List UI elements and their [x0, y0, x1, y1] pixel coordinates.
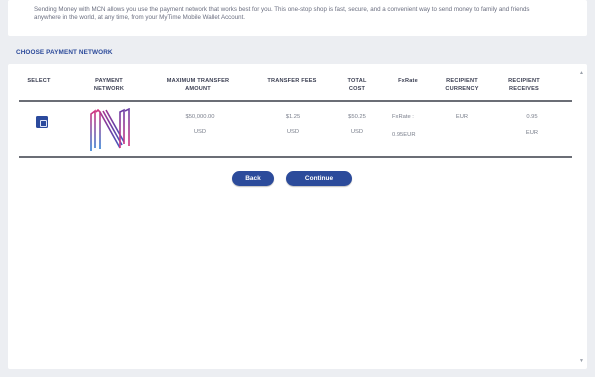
- section-title: CHOOSE PAYMENT NETWORK: [16, 49, 113, 56]
- max-transfer-amount: $50,000.00: [185, 114, 215, 120]
- fxrate-value: 0.95EUR: [392, 132, 416, 138]
- transfer-fee-amount: $1.25: [285, 114, 301, 120]
- intro-text: Sending Money with MCN allows you use th…: [34, 6, 530, 21]
- header-payment-network: PAYMENT NETWORK: [93, 78, 125, 92]
- fxrate-label: FxRate :: [392, 114, 414, 120]
- header-transfer-fees: TRANSFER FEES: [267, 78, 317, 84]
- total-cost-currency: USD: [350, 129, 364, 135]
- network-n-logo-icon: [90, 108, 130, 151]
- scroll-down-arrow-icon[interactable]: ▼: [579, 358, 584, 364]
- header-recipient-currency: RECIPIENT CURRENCY: [445, 78, 479, 92]
- recipient-receives-currency: EUR: [525, 130, 539, 136]
- header-total-cost: TOTAL COST: [347, 78, 367, 92]
- transfer-fee-currency: USD: [286, 129, 300, 135]
- page-background: Sending Money with MCN allows you use th…: [0, 0, 595, 377]
- max-transfer-currency: USD: [193, 129, 207, 135]
- recipient-currency: EUR: [455, 114, 469, 120]
- payment-network-panel: ▲ ▼ SELECT PAYMENT NETWORK MAXIMUM TRANS…: [8, 64, 587, 369]
- back-button[interactable]: Back: [232, 171, 274, 186]
- header-divider: [19, 100, 572, 102]
- header-select: SELECT: [27, 78, 51, 84]
- header-fxrate: FxRate: [398, 78, 418, 84]
- header-recipient-receives: RECIPIENT RECEIVES: [508, 78, 540, 92]
- continue-button[interactable]: Continue: [286, 171, 352, 186]
- header-max-transfer: MAXIMUM TRANSFER AMOUNT: [166, 78, 230, 92]
- intro-card: Sending Money with MCN allows you use th…: [8, 0, 587, 36]
- total-cost-amount: $50.25: [348, 114, 366, 120]
- row-divider: [19, 156, 572, 158]
- recipient-receives-amount: 0.95: [526, 114, 538, 120]
- scrollbar[interactable]: ▲ ▼: [575, 64, 587, 369]
- scroll-up-arrow-icon[interactable]: ▲: [579, 70, 584, 76]
- select-checkbox[interactable]: [36, 116, 48, 128]
